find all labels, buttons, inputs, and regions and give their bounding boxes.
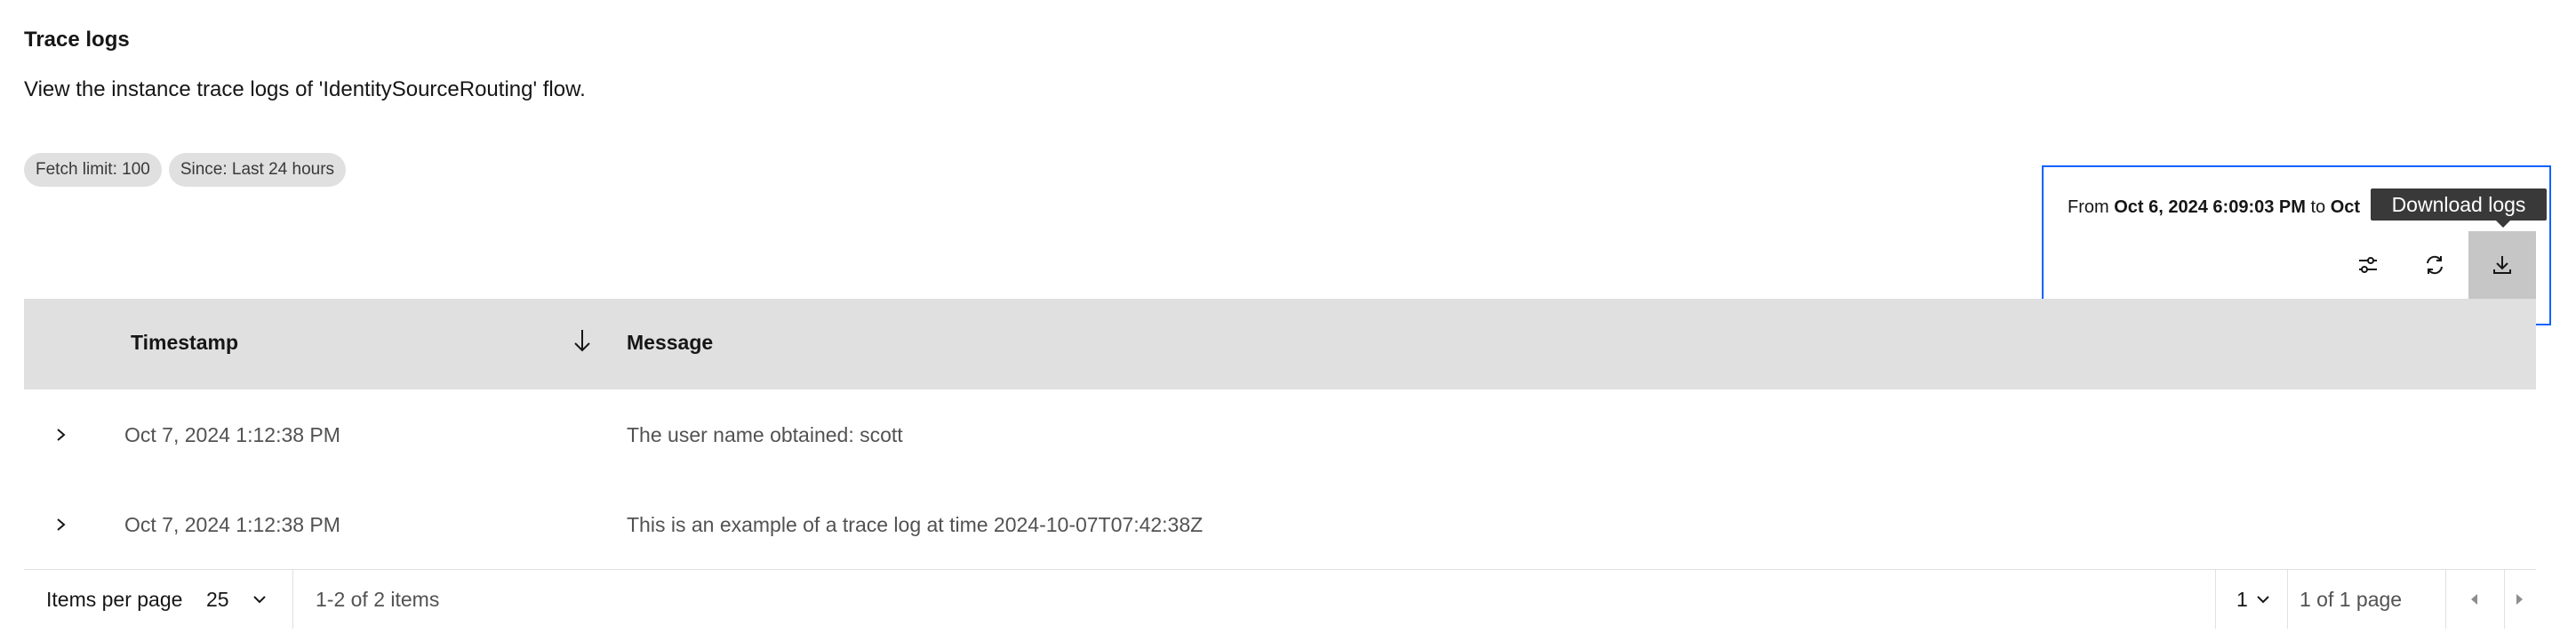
range-to: Oct (2330, 197, 2361, 217)
pagination-bar: Items per page 25 1-2 of 2 items 1 1 of … (24, 569, 2536, 629)
refresh-button[interactable] (2401, 231, 2468, 299)
row-message: The user name obtained: scott (627, 423, 903, 446)
chevron-down-icon[interactable] (2254, 593, 2272, 607)
filter-chips: Fetch limit: 100 Since: Last 24 hours (24, 153, 347, 187)
fetch-limit-chip[interactable]: Fetch limit: 100 (24, 153, 162, 187)
chevron-down-icon[interactable] (251, 593, 268, 607)
caret-left-icon (2471, 594, 2477, 605)
download-icon (2493, 256, 2511, 274)
row-timestamp: Oct 7, 2024 1:12:38 PM (124, 423, 340, 446)
table-header: Timestamp Message (24, 299, 2536, 389)
settings-adjust-icon (2359, 257, 2377, 273)
column-header-message: Message (627, 331, 714, 354)
sort-arrow-down-icon[interactable] (572, 327, 593, 354)
items-per-page-label: Items per page (46, 588, 183, 611)
range-from: Oct 6, 2024 6:09:03 PM (2114, 197, 2306, 217)
filter-settings-button[interactable] (2334, 231, 2402, 299)
time-range: From Oct 6, 2024 6:09:03 PM to Oct (2068, 197, 2361, 217)
divider (2215, 570, 2216, 629)
previous-page-button[interactable] (2445, 570, 2504, 629)
next-page-button[interactable] (2504, 570, 2536, 629)
row-message: This is an example of a trace log at tim… (627, 513, 1204, 536)
table-row: Oct 7, 2024 1:12:38 PM This is an exampl… (24, 479, 2536, 570)
page-description: View the instance trace logs of 'Identit… (24, 77, 586, 101)
refresh-icon (2427, 255, 2443, 275)
download-tooltip: Download logs (2371, 189, 2547, 221)
divider (292, 570, 293, 629)
divider (2287, 570, 2288, 629)
download-logs-button[interactable] (2468, 231, 2536, 299)
page-of-text: 1 of 1 page (2300, 588, 2403, 611)
caret-right-icon (2516, 594, 2523, 605)
tooltip-caret (2496, 221, 2510, 228)
items-range-text: 1-2 of 2 items (316, 588, 440, 611)
table-row: Oct 7, 2024 1:12:38 PM The user name obt… (24, 389, 2536, 480)
chevron-right-icon[interactable] (54, 423, 68, 446)
column-header-timestamp[interactable]: Timestamp (131, 331, 238, 355)
page-title: Trace logs (24, 28, 130, 52)
chevron-right-icon[interactable] (54, 513, 68, 536)
since-chip[interactable]: Since: Last 24 hours (168, 153, 347, 187)
row-timestamp: Oct 7, 2024 1:12:38 PM (124, 513, 340, 536)
items-per-page-select[interactable]: 25 (206, 588, 229, 612)
page-select[interactable]: 1 (2236, 588, 2248, 612)
